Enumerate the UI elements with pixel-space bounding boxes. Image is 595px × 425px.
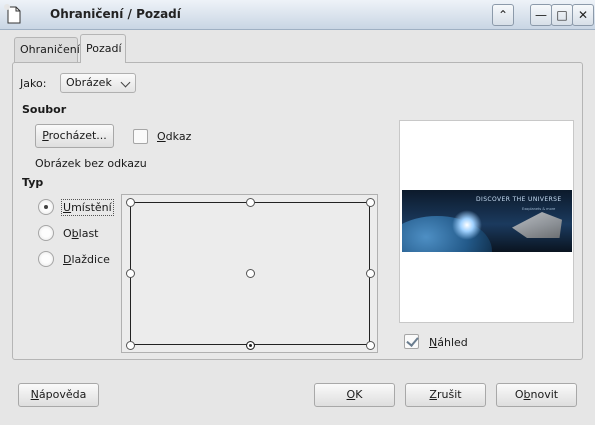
minimize-button[interactable]: — — [530, 4, 552, 26]
preview-checkbox-label: Náhled — [429, 336, 468, 349]
browse-button[interactable]: Procházet... — [35, 124, 114, 148]
position-handle-middle-left[interactable] — [125, 268, 135, 278]
file-heading: Soubor — [22, 103, 67, 116]
preview-checkbox[interactable] — [404, 334, 419, 349]
link-checkbox[interactable] — [133, 129, 148, 144]
help-button[interactable]: Nápověda — [18, 383, 99, 407]
position-selector[interactable] — [121, 194, 378, 353]
title-bar: Ohraničení / Pozadí ⌃ — □ ✕ — [0, 0, 595, 30]
as-select[interactable]: Obrázek — [60, 73, 136, 93]
tab-background[interactable]: Pozadí — [80, 34, 126, 63]
tile-radio[interactable] — [38, 251, 54, 267]
reset-button[interactable]: Obnovit — [496, 383, 577, 407]
shuttle-graphic — [512, 212, 562, 238]
ok-button[interactable]: OK — [314, 383, 395, 407]
position-handle-bottom-right[interactable] — [365, 340, 375, 350]
keep-above-button[interactable]: ⌃ — [492, 4, 514, 26]
position-handle-top-center[interactable] — [245, 197, 255, 207]
link-status-text: Obrázek bez odkazu — [35, 157, 147, 170]
type-heading: Typ — [22, 176, 44, 189]
position-handle-bottom-center[interactable] — [245, 340, 255, 350]
link-label: Odkaz — [157, 130, 192, 143]
banner-subtitle: Exoplanets & more — [522, 207, 556, 211]
position-handle-top-left[interactable] — [125, 197, 135, 207]
close-button[interactable]: ✕ — [572, 4, 594, 26]
banner-title: DISCOVER THE UNIVERSE — [476, 196, 562, 203]
as-select-value: Obrázek — [66, 76, 112, 89]
preview-image: DISCOVER THE UNIVERSE Exoplanets & more — [402, 190, 572, 252]
cancel-button[interactable]: Zrušit — [405, 383, 486, 407]
position-radio-label: Umístění — [61, 199, 114, 216]
area-radio-label: Oblast — [63, 227, 99, 240]
position-handle-center[interactable] — [245, 268, 255, 278]
as-label: Jako: — [20, 77, 47, 90]
position-handle-bottom-left[interactable] — [125, 340, 135, 350]
position-handle-top-right[interactable] — [365, 197, 375, 207]
sun-glow-graphic — [452, 210, 482, 240]
preview-pane: DISCOVER THE UNIVERSE Exoplanets & more — [399, 120, 574, 323]
window-title: Ohraničení / Pozadí — [50, 7, 181, 21]
position-radio[interactable] — [38, 199, 54, 215]
maximize-button[interactable]: □ — [551, 4, 573, 26]
area-radio[interactable] — [38, 225, 54, 241]
tab-borders[interactable]: Ohraničení — [14, 37, 80, 63]
position-handle-middle-right[interactable] — [365, 268, 375, 278]
tile-radio-label: Dlaždice — [63, 253, 110, 266]
chevron-down-icon — [120, 77, 131, 88]
